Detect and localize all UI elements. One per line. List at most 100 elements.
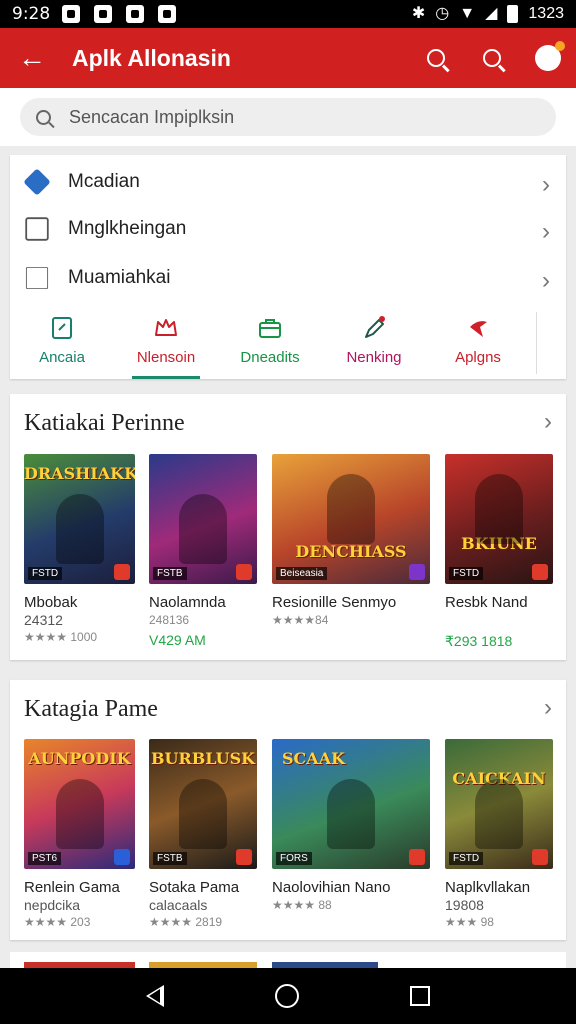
chevron-right-icon: › (542, 171, 550, 198)
tablet-icon (52, 317, 72, 339)
account-button[interactable] (520, 28, 576, 88)
pen-icon (365, 316, 385, 338)
tab-label: Dneadits (240, 349, 300, 366)
game-card[interactable]: SCAAK FORS Naolovihian Nano ★★★★ 88 (272, 739, 430, 912)
search-input[interactable] (69, 106, 489, 128)
section-title: Katagia Pame (24, 695, 158, 722)
chevron-right-icon: › (542, 267, 550, 294)
section-title: Katiakai Perinne (24, 409, 185, 436)
game-logo: BURBLUSK (150, 749, 256, 768)
box-icon (25, 266, 49, 289)
game-character (327, 474, 375, 544)
tab-nlensoin[interactable]: Nlensoin (114, 307, 218, 379)
status-time: 9:28 (12, 4, 51, 24)
game-card[interactable]: AUNPODIK PST6 Renlein Gama nepdcika ★★★★… (24, 739, 135, 929)
alarm-icon: ◷ (435, 5, 450, 22)
game-badge-icon (409, 849, 425, 865)
game-character (179, 779, 227, 849)
notification-icon (158, 5, 177, 23)
menu-item-mnglkheingan[interactable]: Mnglkheingan › (10, 204, 566, 253)
wifi-icon: ▼ (459, 5, 476, 22)
game-badge-icon (114, 564, 130, 580)
game-badge-icon (236, 849, 252, 865)
diamond-icon (23, 167, 51, 196)
game-rating: ★★★★ 203 (24, 915, 91, 929)
game-brand: Beiseasia (276, 567, 328, 580)
home-circle-icon[interactable] (274, 984, 299, 1008)
notification-icon (126, 5, 145, 23)
search-bar (0, 88, 576, 146)
game-name: Mbobak (24, 594, 78, 611)
tab-label: Ancaia (39, 349, 85, 366)
game-logo: AUNPODIK (28, 749, 131, 768)
search-box[interactable] (20, 98, 556, 136)
game-subtitle: nepdcika (24, 897, 81, 913)
bluetooth-icon: ✱ (411, 5, 426, 22)
game-price: V429 AM (149, 632, 206, 648)
status-indicators: ✱ ◷ ▼ ◢ 1323 (412, 5, 564, 23)
game-logo: DRASHIAKK (24, 464, 135, 483)
game-brand: FSTD (449, 852, 484, 865)
game-character (179, 494, 227, 564)
game-thumbnail: DENCHIASS Beiseasia (272, 454, 430, 584)
game-rating: ★★★★ 2819 (149, 915, 223, 929)
flag-icon (470, 321, 487, 337)
game-rating: ★★★★ 1000 (24, 630, 98, 644)
game-thumbnail: BKIUNE FSTD (445, 454, 553, 584)
game-subtitle: 24312 (24, 612, 63, 628)
category-tabs: Ancaia Nlensoin Dneadits Nenking Aplgns (10, 307, 566, 379)
game-subtitle: calacaals (149, 897, 208, 913)
game-card[interactable]: DRASHIAKK FSTD Mbobak 24312 ★★★★ 1000 (24, 454, 135, 644)
game-thumbnail: CAICKAIN FSTD (445, 739, 553, 869)
section-header[interactable]: Katiakai Perinne › (10, 394, 566, 452)
game-brand: PST6 (28, 852, 62, 865)
game-rating: 248136 (149, 613, 190, 627)
game-card[interactable]: FSTB Naolamnda 248136 V429 AM (149, 454, 257, 648)
game-thumbnail: AUNPODIK PST6 (24, 739, 135, 869)
game-card[interactable]: BURBLUSK FSTB Sotaka Pama calacaals ★★★★… (149, 739, 257, 929)
game-card[interactable]: BKIUNE FSTD Resbk Nand ₹293 1818 (445, 454, 553, 650)
game-character (327, 779, 375, 849)
game-character (55, 779, 104, 849)
recents-square-icon[interactable] (410, 986, 431, 1006)
status-bar: 9:28 ✱ ◷ ▼ ◢ 1323 (0, 0, 576, 28)
game-name: Naplkvllakan (445, 879, 531, 896)
tab-dneadits[interactable]: Dneadits (218, 307, 322, 379)
game-badge-icon (114, 849, 130, 865)
search-icon (36, 109, 51, 125)
back-arrow-icon[interactable]: ← (0, 28, 64, 88)
briefcase-icon (259, 319, 281, 338)
game-rating: ★★★★84 (272, 613, 329, 627)
game-name: Naolamnda (149, 594, 226, 611)
back-triangle-icon[interactable] (145, 985, 164, 1007)
tab-ancaia[interactable]: Ancaia (10, 307, 114, 379)
tab-overflow-edge (536, 312, 566, 374)
game-name: Naolovihian Nano (272, 879, 391, 896)
tab-aplgns[interactable]: Aplgns (426, 307, 530, 379)
menu-item-label: Mcadian (68, 170, 140, 192)
square-icon (25, 216, 49, 241)
search-button[interactable] (408, 28, 464, 88)
game-thumbnail: SCAAK FORS (272, 739, 430, 869)
game-badge-icon (532, 849, 548, 865)
game-price: ₹293 1818 (445, 633, 513, 649)
search-button[interactable] (464, 28, 520, 88)
menu-item-mcadian[interactable]: Mcadian › (10, 157, 566, 206)
tab-nenking[interactable]: Nenking (322, 307, 426, 379)
game-logo: DENCHIASS (295, 542, 407, 561)
menu-card: Mcadian › Mnglkheingan › Muamiahkai › An… (10, 155, 566, 379)
game-card[interactable]: DENCHIASS Beiseasia Resionille Senmyo ★★… (272, 454, 430, 627)
game-name: Resionille Senmyo (272, 594, 397, 611)
battery-icon (507, 5, 519, 23)
game-card[interactable]: CAICKAIN FSTD Naplkvllakan 19808 ★★★ 98 (445, 739, 553, 929)
section-header[interactable]: Katagia Pame › (10, 680, 566, 738)
notification-icon (94, 5, 113, 23)
menu-item-label: Muamiahkai (68, 266, 171, 288)
menu-item-muamiahkai[interactable]: Muamiahkai › (10, 253, 566, 302)
crown-icon (155, 319, 177, 336)
game-brand: FSTD (449, 567, 484, 580)
search-icon (427, 49, 445, 67)
game-character (55, 494, 104, 564)
tab-label: Aplgns (455, 349, 501, 366)
search-icon (483, 49, 501, 67)
